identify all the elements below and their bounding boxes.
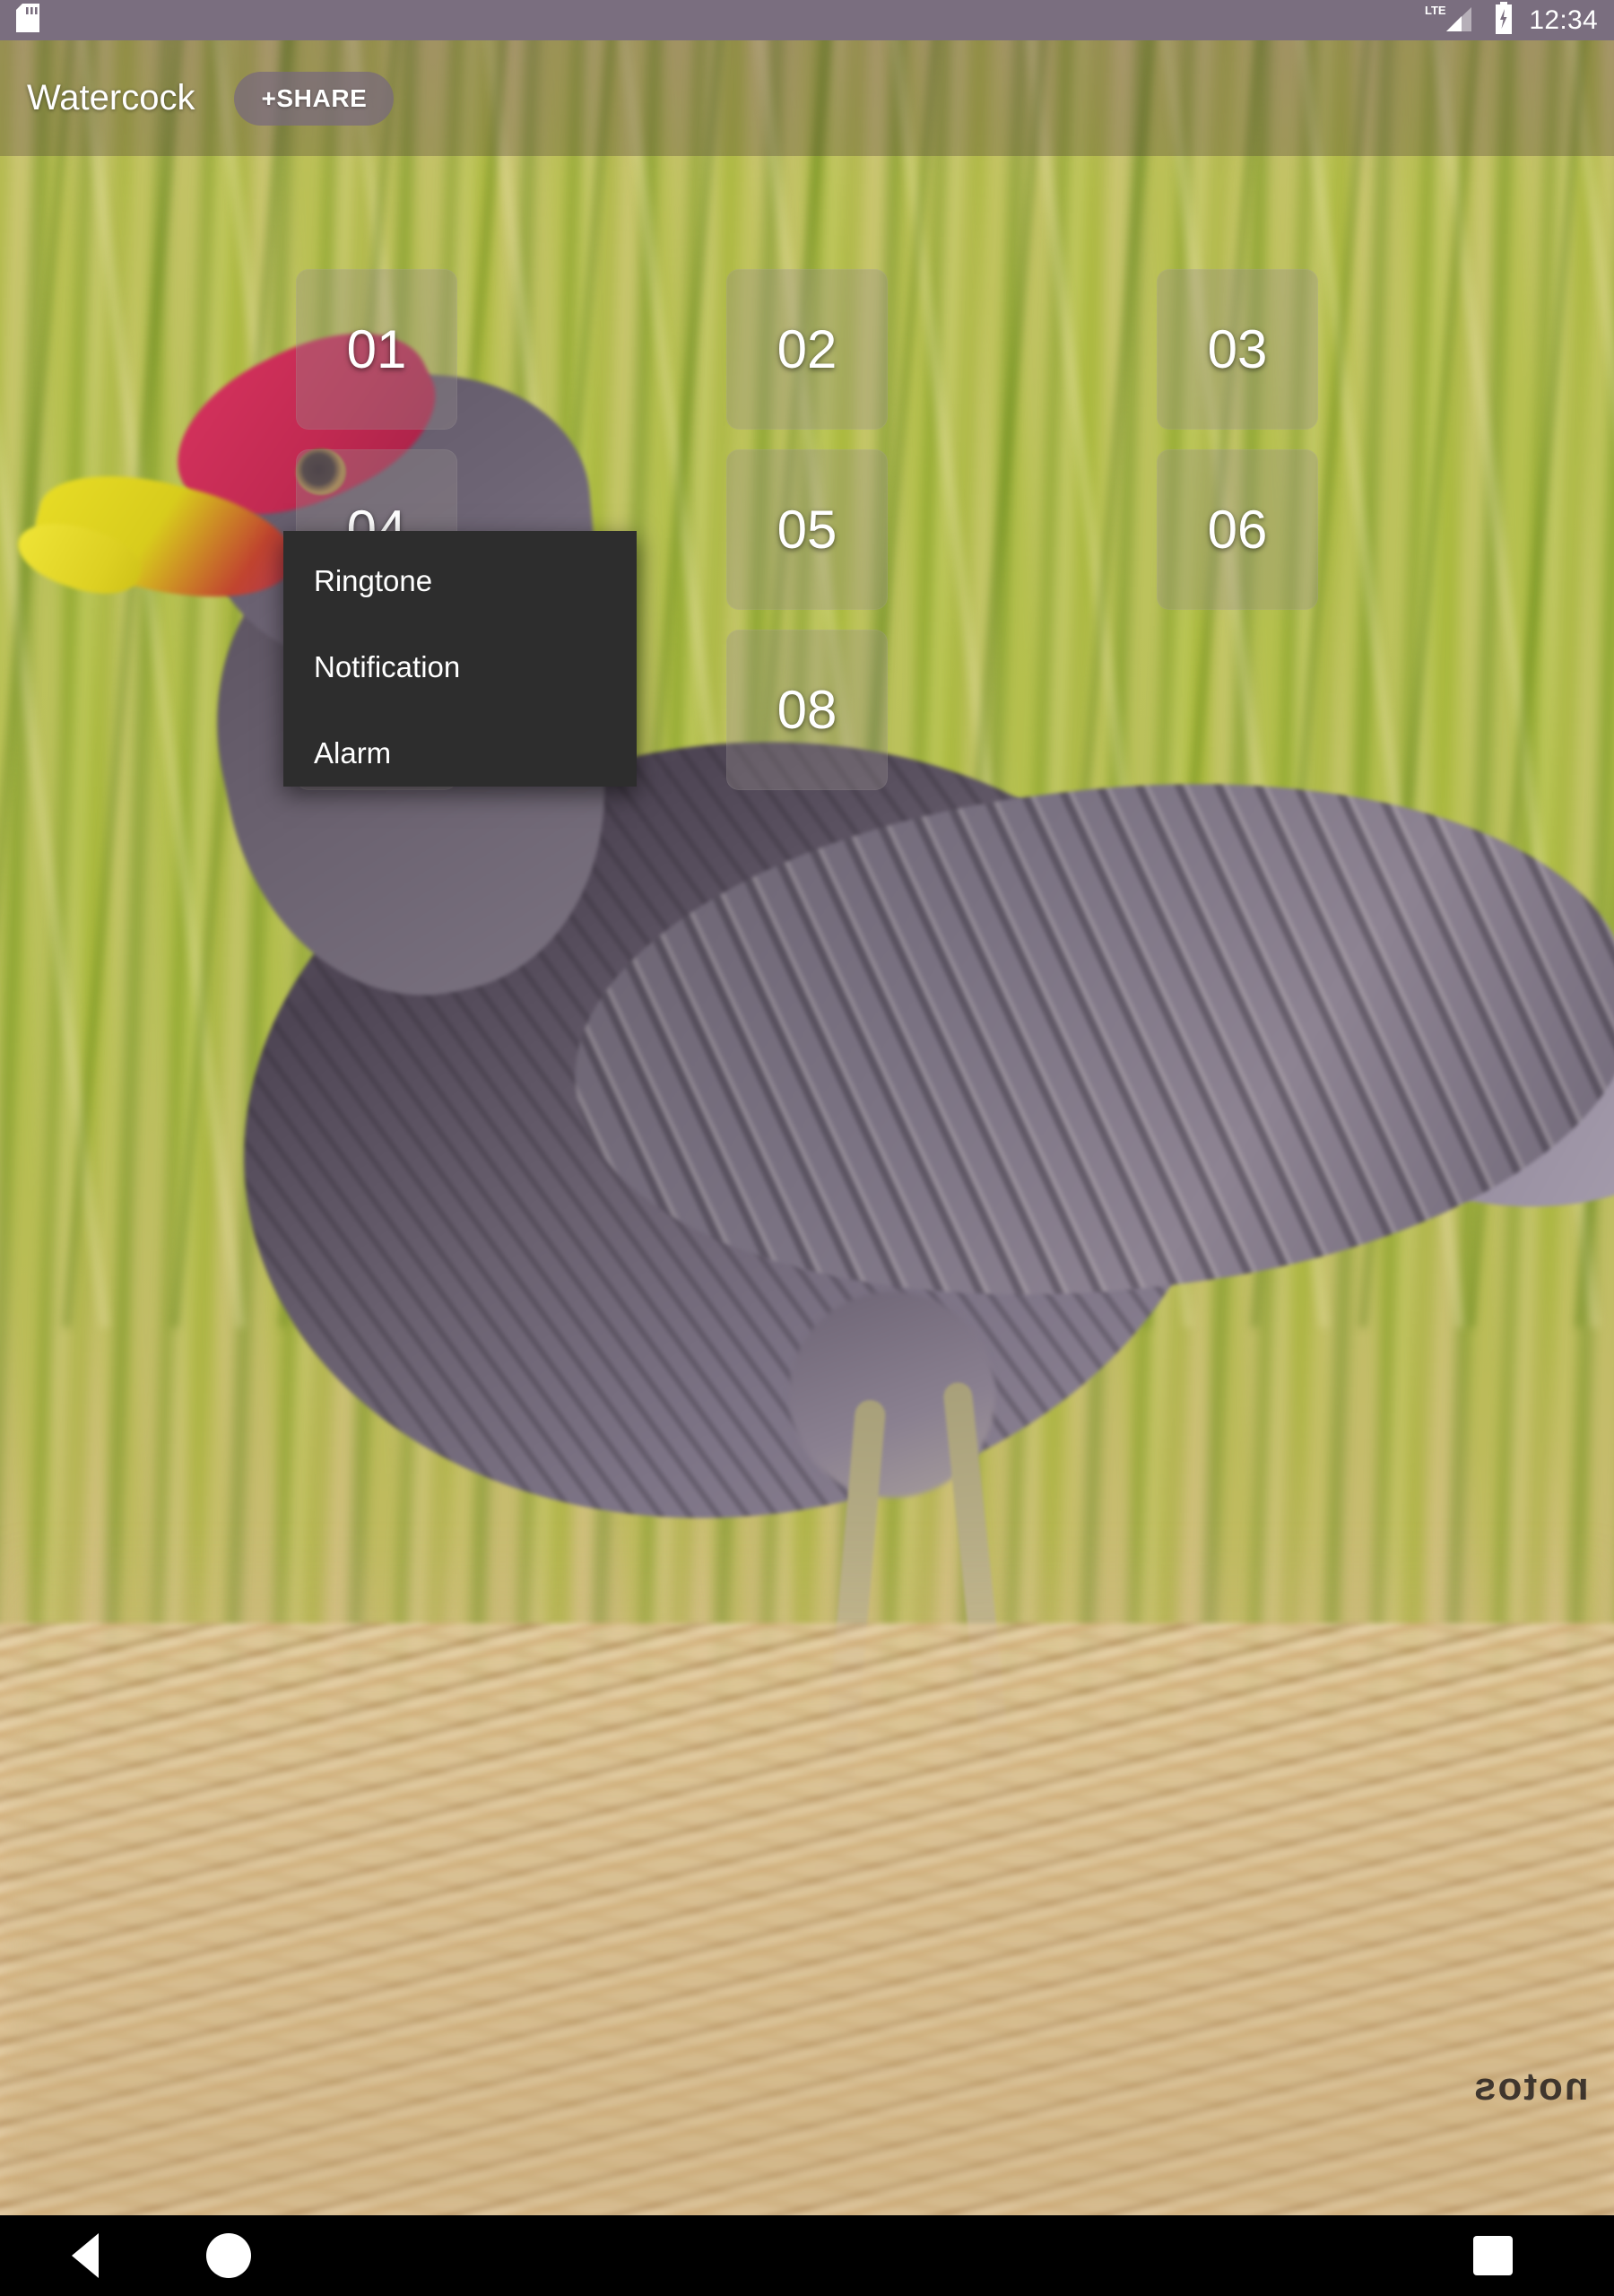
- tile-label: 08: [777, 679, 837, 740]
- status-bar-right: LTE 12:34: [1425, 2, 1598, 39]
- sound-tile-03[interactable]: 03: [1157, 269, 1318, 430]
- tile-label: 05: [777, 499, 837, 560]
- sound-tile-01[interactable]: 01: [296, 269, 457, 430]
- menu-item-notification[interactable]: Notification: [283, 624, 637, 710]
- back-triangle-icon: [72, 2233, 99, 2278]
- recents-button[interactable]: [1408, 2215, 1578, 2296]
- menu-item-ringtone[interactable]: Ringtone: [283, 538, 637, 624]
- sound-tile-05[interactable]: 05: [726, 449, 888, 610]
- status-bar-clock: 12:34: [1529, 4, 1598, 35]
- tile-label: 03: [1207, 318, 1268, 379]
- recents-square-icon: [1473, 2236, 1513, 2275]
- sound-tile-grid: 01 02 03 04 05 06 07 08: [0, 156, 1614, 810]
- signal-bars-icon: LTE: [1425, 3, 1479, 38]
- home-button[interactable]: [143, 2215, 314, 2296]
- sound-tile-06[interactable]: 06: [1157, 449, 1318, 610]
- page-title: Watercock: [27, 78, 195, 117]
- sound-tile-02[interactable]: 02: [726, 269, 888, 430]
- battery-charging-icon: [1493, 2, 1514, 39]
- svg-text:LTE: LTE: [1425, 4, 1446, 17]
- share-button[interactable]: +SHARE: [234, 71, 395, 126]
- sd-card-icon: [16, 4, 39, 37]
- app-bar: Watercock +SHARE: [0, 40, 1614, 156]
- status-bar-left: [16, 4, 39, 37]
- menu-item-alarm[interactable]: Alarm: [283, 710, 637, 796]
- tile-label: 02: [777, 318, 837, 379]
- status-bar: LTE 12:34: [0, 0, 1614, 40]
- straw-fade-layer: [0, 1534, 1614, 2215]
- context-menu: Ringtone Notification Alarm: [283, 531, 637, 787]
- sound-tile-08[interactable]: 08: [726, 630, 888, 790]
- app-screen: notos LTE 12:34 Watercock +SHARE 01 02 0…: [0, 0, 1614, 2296]
- navigation-bar: [0, 2215, 1614, 2296]
- tile-label: 01: [346, 318, 407, 379]
- photo-watermark: notos: [1472, 2065, 1589, 2109]
- tile-label: 06: [1207, 499, 1268, 560]
- home-circle-icon: [206, 2233, 251, 2278]
